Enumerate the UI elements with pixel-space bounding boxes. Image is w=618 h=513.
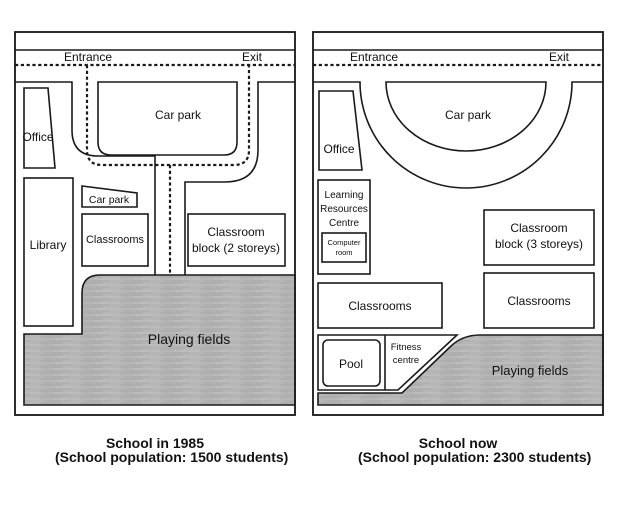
map-1985-classroom-block-label-2: block (2 storeys): [192, 241, 280, 255]
map-1985-entrance-label: Entrance: [64, 50, 112, 64]
map-now-entrance-label: Entrance: [350, 50, 398, 64]
map-1985-car-park-small-label: Car park: [89, 194, 130, 206]
caption-now: School now (School population: 2300 stud…: [358, 435, 592, 465]
map-now: Entrance Exit Car park Office Learning R…: [312, 31, 604, 416]
map-1985-classroom-block: [187, 213, 286, 267]
map-now-lrc-label-1: Learning: [325, 190, 364, 201]
map-1985-exit-label: Exit: [242, 50, 263, 64]
map-1985-car-park-main-label: Car park: [155, 108, 202, 122]
map-1985-playing-fields-label: Playing fields: [148, 331, 231, 347]
map-now-computer-room-label-1: Computer: [328, 238, 361, 247]
map-now-fitness-label-2: centre: [393, 355, 419, 366]
map-1985-classroom-block-label-1: Classroom: [207, 225, 264, 239]
map-1985: Entrance Exit Car park Office Library Ca…: [14, 31, 296, 416]
map-now-lrc-label-2: Resources: [320, 204, 368, 215]
map-now-classroom-block-label-1: Classroom: [510, 221, 567, 235]
map-1985-library-label: Library: [30, 238, 67, 252]
map-now-lrc-label-3: Centre: [329, 218, 359, 229]
caption-now-title: School now: [418, 435, 498, 451]
map-now-office-label: Office: [323, 142, 354, 156]
map-now-car-park-label: Car park: [445, 108, 492, 122]
map-now-fitness-label-1: Fitness: [391, 342, 422, 353]
map-now-classrooms-left-label: Classrooms: [348, 299, 411, 313]
map-now-exit-label: Exit: [549, 50, 570, 64]
map-1985-office: [23, 87, 56, 169]
map-1985-office-label: Office: [22, 130, 53, 144]
map-now-computer-room-label-2: room: [335, 248, 352, 257]
caption-1985-title: School in 1985: [105, 435, 205, 451]
map-1985-classrooms-label: Classrooms: [86, 234, 145, 246]
map-now-office: [318, 90, 363, 171]
map-now-playing-fields-label: Playing fields: [492, 363, 569, 378]
map-now-classroom-block-label-2: block (3 storeys): [495, 237, 583, 251]
map-1985-library: [23, 177, 74, 327]
caption-1985: School in 1985 (School population: 1500 …: [55, 435, 289, 465]
caption-now-population: (School population: 2300 students): [358, 449, 592, 465]
caption-1985-population: (School population: 1500 students): [55, 449, 289, 465]
map-now-classrooms-right-label: Classrooms: [507, 294, 570, 308]
map-now-pool-label: Pool: [339, 357, 363, 371]
